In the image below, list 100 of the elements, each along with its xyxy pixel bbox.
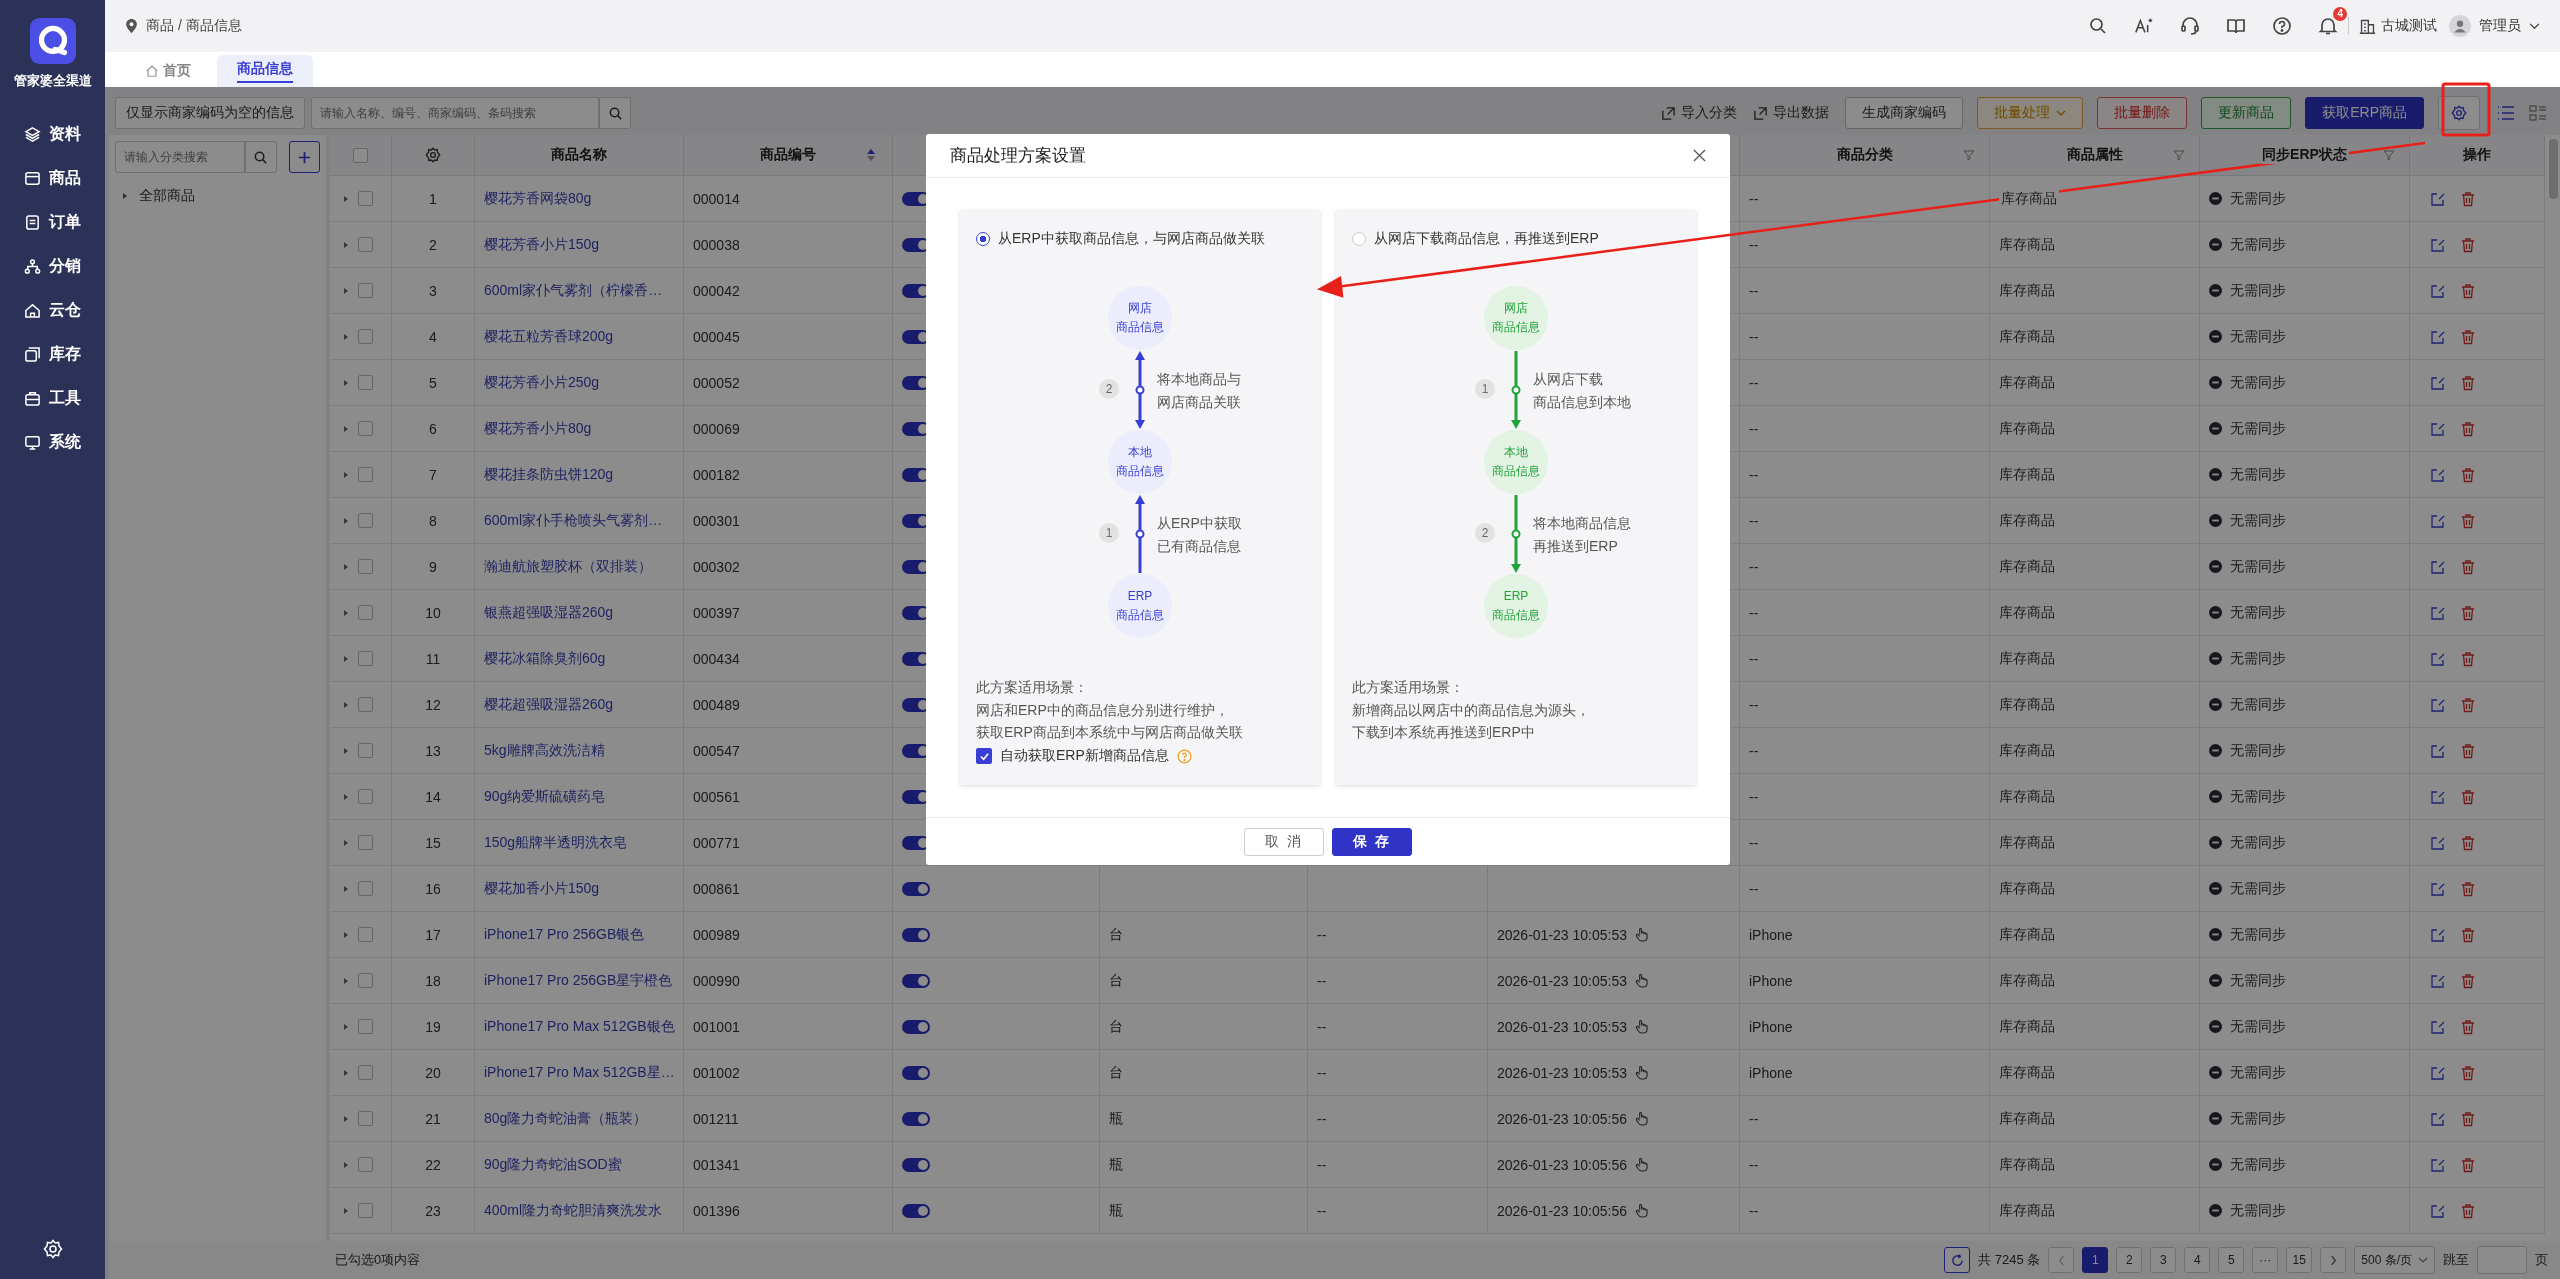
toolbar-button[interactable]: 生成商家编码 — [1845, 97, 1964, 129]
sidebar-item[interactable]: 系统 — [24, 420, 81, 464]
row-checkbox[interactable] — [358, 651, 373, 666]
edit-icon[interactable] — [2430, 1018, 2446, 1035]
edit-icon[interactable] — [2430, 926, 2446, 943]
option-card[interactable]: 从网店下载商品信息，再推送到ERP 网店 商品信息 1 从网店下载 商品信息到本地 本地 商品信息 2 将本地商品信息 再推送到ERP ERP 商品信息 此方案适用场景： 新增商品以网店中的商品信息为源头， 下载到本系统再推送到ERP中 — [1336, 210, 1696, 786]
edit-icon[interactable] — [2430, 604, 2446, 621]
product-name-link[interactable]: 150g船牌半透明洗衣皂 — [484, 833, 628, 852]
toolbar-button[interactable]: 获取ERP商品 — [2305, 97, 2424, 129]
card-view-icon[interactable] — [2528, 103, 2548, 123]
product-name-link[interactable]: iPhone17 Pro Max 512GB星… — [484, 1063, 675, 1082]
tree-node[interactable]: 全部商品 — [115, 173, 320, 219]
page-tab[interactable]: 商品信息 — [217, 55, 313, 87]
row-checkbox[interactable] — [358, 237, 373, 252]
row-checkbox[interactable] — [358, 1111, 373, 1126]
product-name-link[interactable]: 樱花芳香小片150g — [484, 235, 600, 254]
sidebar-item[interactable]: 订单 — [24, 200, 81, 244]
expand-caret-icon[interactable] — [342, 562, 350, 571]
expand-caret-icon[interactable] — [342, 516, 350, 525]
expand-caret-icon[interactable] — [342, 240, 350, 249]
trash-icon[interactable] — [2460, 190, 2476, 207]
user-menu[interactable]: 管理员 — [2449, 15, 2540, 37]
toggle-switch[interactable] — [902, 1203, 930, 1218]
trash-icon[interactable] — [2460, 650, 2476, 667]
row-checkbox[interactable] — [358, 467, 373, 482]
trash-icon[interactable] — [2460, 236, 2476, 253]
trash-icon[interactable] — [2460, 696, 2476, 713]
page-size-select[interactable]: 500 条/页 — [2354, 1246, 2435, 1274]
product-name-link[interactable]: 樱花超强吸湿器260g — [484, 695, 614, 714]
toggle-switch[interactable] — [902, 1111, 930, 1126]
export-link[interactable]: 导出数据 — [1753, 104, 1830, 122]
toolbar-button[interactable]: 批量删除 — [2097, 97, 2188, 129]
expand-caret-icon[interactable] — [342, 332, 350, 341]
edit-icon[interactable] — [2430, 512, 2446, 529]
trash-icon[interactable] — [2460, 972, 2476, 989]
settings-button[interactable] — [2438, 96, 2480, 130]
page-button[interactable]: 3 — [2150, 1247, 2177, 1273]
expand-caret-icon[interactable] — [342, 654, 350, 663]
book-icon[interactable] — [2226, 16, 2246, 36]
trash-icon[interactable] — [2460, 1018, 2476, 1035]
row-checkbox[interactable] — [358, 559, 373, 574]
edit-icon[interactable] — [2430, 696, 2446, 713]
trash-icon[interactable] — [2460, 1110, 2476, 1127]
expand-caret-icon[interactable] — [342, 378, 350, 387]
toggle-switch[interactable] — [902, 1065, 930, 1080]
trash-icon[interactable] — [2460, 282, 2476, 299]
edit-icon[interactable] — [2430, 972, 2446, 989]
edit-icon[interactable] — [2430, 420, 2446, 437]
expand-caret-icon[interactable] — [342, 1068, 350, 1077]
page-tab[interactable]: 首页 — [125, 55, 211, 87]
trash-icon[interactable] — [2460, 420, 2476, 437]
edit-icon[interactable] — [2430, 1202, 2446, 1219]
edit-icon[interactable] — [2430, 328, 2446, 345]
search-icon[interactable] — [2088, 16, 2108, 36]
product-name-link[interactable]: 樱花芳香小片250g — [484, 373, 600, 392]
page-button[interactable]: ··· — [2252, 1247, 2279, 1273]
toggle-switch[interactable] — [902, 1019, 930, 1034]
close-icon[interactable] — [1693, 149, 1706, 163]
expand-caret-icon[interactable] — [342, 194, 350, 203]
filter-icon[interactable] — [2383, 149, 2395, 161]
search-button[interactable] — [245, 141, 277, 173]
row-checkbox[interactable] — [358, 743, 373, 758]
product-name-link[interactable]: 90g隆力奇蛇油SOD蜜 — [484, 1155, 622, 1174]
expand-caret-icon[interactable] — [342, 976, 350, 985]
import-link[interactable]: 导入分类 — [1661, 104, 1738, 122]
expand-caret-icon[interactable] — [342, 470, 350, 479]
toggle-switch[interactable] — [902, 973, 930, 988]
row-checkbox[interactable] — [358, 375, 373, 390]
toolbar-button[interactable]: 批量处理 — [1977, 97, 2084, 129]
select-all-checkbox[interactable] — [353, 147, 368, 163]
trash-icon[interactable] — [2460, 512, 2476, 529]
trash-icon[interactable] — [2460, 926, 2476, 943]
help-icon[interactable] — [2272, 16, 2292, 36]
row-checkbox[interactable] — [358, 1019, 373, 1034]
page-button[interactable]: 15 — [2286, 1247, 2313, 1273]
sidebar-item[interactable]: 商品 — [24, 156, 81, 200]
edit-icon[interactable] — [2430, 466, 2446, 483]
refresh-button[interactable] — [1944, 1247, 1971, 1273]
ai-sparkle-icon[interactable] — [2134, 16, 2154, 36]
row-checkbox[interactable] — [358, 973, 373, 988]
row-checkbox[interactable] — [358, 1203, 373, 1218]
trash-icon[interactable] — [2460, 374, 2476, 391]
edit-icon[interactable] — [2430, 742, 2446, 759]
trash-icon[interactable] — [2460, 558, 2476, 575]
page-button[interactable]: 1 — [2082, 1247, 2109, 1273]
edit-icon[interactable] — [2430, 788, 2446, 805]
filter-icon[interactable] — [2173, 149, 2185, 161]
headset-icon[interactable] — [2180, 16, 2200, 36]
expand-caret-icon[interactable] — [342, 746, 350, 755]
row-checkbox[interactable] — [358, 697, 373, 712]
hand-pointer-icon[interactable] — [1635, 1019, 1648, 1034]
expand-caret-icon[interactable] — [342, 1160, 350, 1169]
expand-caret-icon[interactable] — [342, 792, 350, 801]
option-card[interactable]: 从ERP中获取商品信息，与网店商品做关联 网店 商品信息 2 将本地商品与 网店商品关联 本地 商品信息 1 从ERP中获取 已有商品信息 ERP 商品信息 此方案适用场景： 网店和ERP中的商品信息分别进行维护， 获取ERP商品到本系统中与网店商品做关联 自动获取ERP新增商品信息 — [960, 210, 1320, 786]
product-name-link[interactable]: iPhone17 Pro Max 512GB银色 — [484, 1017, 675, 1036]
sort-icon[interactable] — [866, 148, 876, 162]
sidebar-item[interactable]: 资料 — [24, 112, 81, 156]
expand-caret-icon[interactable] — [342, 1114, 350, 1123]
edit-icon[interactable] — [2430, 374, 2446, 391]
edit-icon[interactable] — [2430, 558, 2446, 575]
